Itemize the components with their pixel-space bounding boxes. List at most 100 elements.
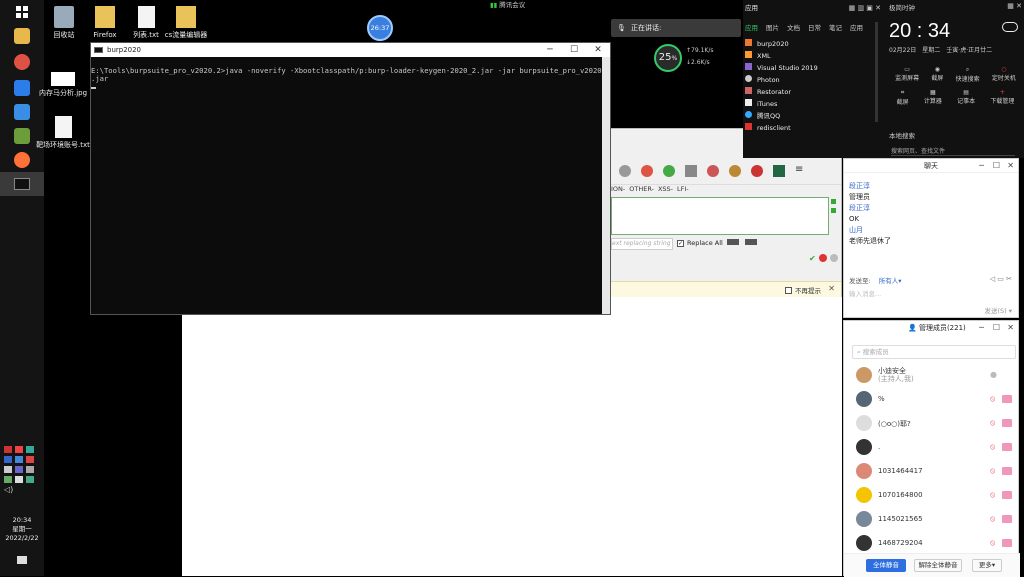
more-button[interactable]: 更多▾	[972, 559, 1002, 572]
tool-button[interactable]: ▦ 计算器	[924, 89, 942, 106]
microphone-icon[interactable]: ●	[990, 370, 998, 380]
hackbar-side-controls[interactable]	[831, 199, 837, 229]
meeting-timer-badge[interactable]: 26:37	[367, 15, 393, 41]
tool-button[interactable]: ▤ 记事本	[957, 89, 975, 106]
toolbar-icon[interactable]	[619, 165, 631, 177]
launcher-item[interactable]: redisclient	[745, 122, 883, 134]
chat-input[interactable]: 输入消息...	[849, 288, 881, 298]
weather-cloud-icon[interactable]	[1002, 22, 1018, 32]
unmute-all-button[interactable]: 解除全体静音	[914, 559, 962, 572]
launcher-tab[interactable]: 应用	[745, 22, 758, 32]
replace-all-checkbox[interactable]: ✓ Replace All	[677, 239, 723, 247]
no-prompt-checkbox[interactable]: 不再提示	[785, 285, 821, 295]
launcher-tab[interactable]: 应用	[850, 22, 863, 32]
camera-off-icon[interactable]	[1002, 539, 1012, 547]
mic-muted-icon[interactable]: ⦸	[990, 490, 998, 500]
hackbar-menu-other[interactable]: OTHER-	[629, 185, 654, 193]
shield-icon[interactable]	[773, 165, 785, 177]
tool-button[interactable]: ▭ 监测屏幕	[895, 66, 919, 83]
launcher-item[interactable]: Restorator	[745, 86, 883, 98]
desktop-icon-cs-folder[interactable]: cs流量编辑器	[156, 6, 216, 40]
file-explorer-icon[interactable]	[14, 28, 30, 44]
taskbar-clock[interactable]: 20:34 星期一 2022/2/22	[0, 516, 44, 543]
cmd-scrollbar[interactable]	[602, 57, 610, 314]
chat-title-bar[interactable]: 聊天 ─ ☐ ✕	[844, 159, 1018, 173]
close-button[interactable]: ✕	[1007, 159, 1014, 173]
launcher-scrollbar[interactable]	[875, 22, 878, 122]
launcher-item[interactable]: 腾讯QQ	[745, 110, 883, 122]
desktop-icon-memshell-jpg[interactable]: 内存马分析.jpg	[36, 72, 90, 98]
active-task-cmd[interactable]	[0, 172, 44, 196]
launcher-tab[interactable]: 日常	[808, 22, 821, 32]
toolbar-icon[interactable]	[685, 165, 697, 177]
camera-off-icon[interactable]	[1002, 467, 1012, 475]
camera-off-icon[interactable]	[1002, 395, 1012, 403]
menu-icon[interactable]: ≡	[795, 165, 807, 177]
mic-muted-icon[interactable]: ⦸	[990, 394, 998, 404]
volume-icon[interactable]: ◁)	[4, 485, 40, 494]
launcher-controls[interactable]: ▦ ▥ ▣ ✕	[849, 4, 881, 12]
launcher-item[interactable]: XML	[745, 50, 883, 62]
tool-button[interactable]: ○ 定时关机	[992, 66, 1016, 83]
cmd-title-bar[interactable]: burp2020 ─ ☐ ✕	[91, 43, 610, 57]
tool-button[interactable]: ⌕ 快速搜索	[956, 66, 980, 83]
maximize-button[interactable]: ☐	[562, 43, 586, 57]
mic-muted-icon[interactable]: ⦸	[990, 442, 998, 452]
replace-string-input[interactable]: ext replacing string	[611, 238, 673, 250]
maximize-button[interactable]: ☐	[993, 321, 1000, 335]
member-search-input[interactable]: ⌕ 搜索成员	[852, 345, 1016, 359]
app-icon[interactable]	[14, 80, 30, 96]
minimize-button[interactable]: ─	[979, 159, 984, 173]
launcher-tab[interactable]: 文档	[787, 22, 800, 32]
replace-arrow-icon[interactable]	[745, 239, 757, 245]
meeting-app-icon[interactable]	[14, 104, 30, 120]
hackbar-menu-xss[interactable]: XSS-	[658, 185, 673, 193]
members-title-bar[interactable]: 👤 管理成员(221) ─ ☐ ✕	[844, 321, 1018, 335]
send-to-dropdown[interactable]: 所有人	[879, 277, 899, 285]
toolbar-icon[interactable]	[707, 165, 719, 177]
notification-icon[interactable]	[17, 556, 27, 564]
tool-button[interactable]: ◉ 截屏	[931, 66, 943, 83]
clock-widget-controls[interactable]: ▦ ✕	[1007, 2, 1022, 10]
close-icon[interactable]: ✕	[828, 284, 835, 293]
start-icon[interactable]	[14, 4, 30, 20]
tool-button[interactable]: + 下载管理	[990, 89, 1014, 106]
mic-muted-icon[interactable]: ⦸	[990, 466, 998, 476]
minimize-button[interactable]: ─	[538, 43, 562, 57]
camera-off-icon[interactable]	[1002, 515, 1012, 523]
mic-muted-icon[interactable]: ⦸	[990, 538, 998, 548]
camera-off-icon[interactable]	[1002, 419, 1012, 427]
minimize-button[interactable]: ─	[979, 321, 984, 335]
hackbar-menu-injection[interactable]: ION-	[611, 185, 625, 193]
local-search-link[interactable]: 本地搜索	[889, 130, 915, 140]
toolbar-icon[interactable]	[641, 165, 653, 177]
launcher-item[interactable]: burp2020	[745, 38, 883, 50]
launcher-tab[interactable]: 图片	[766, 22, 779, 32]
tool-button[interactable]: ⌗ 截屏	[897, 89, 909, 106]
system-tray[interactable]: ◁)	[4, 446, 40, 496]
mic-muted-icon[interactable]: ⦸	[990, 514, 998, 524]
desktop-icon-lab-accounts[interactable]: 靶场环境账号.txt	[36, 116, 90, 150]
maximize-button[interactable]: ☐	[993, 159, 1000, 173]
send-button[interactable]: 发送(S) ▾	[984, 305, 1012, 315]
launcher-item[interactable]: Visual Studio 2019	[745, 62, 883, 74]
firefox-icon[interactable]	[14, 152, 30, 168]
camera-off-icon[interactable]	[1002, 443, 1012, 451]
launcher-item[interactable]: iTunes	[745, 98, 883, 110]
close-button[interactable]: ✕	[586, 43, 610, 57]
mute-all-button[interactable]: 全体静音	[866, 559, 906, 572]
launcher-item[interactable]: Photon	[745, 74, 883, 86]
cmd-output[interactable]: E:\Tools\burpsuite_pro_v2020.2>java -nov…	[91, 57, 610, 91]
chrome-icon[interactable]	[14, 54, 30, 70]
web-search-input[interactable]: 搜索网页、查找文件	[891, 146, 1015, 156]
meeting-status-bar[interactable]: ▮▮ 腾讯会议	[490, 0, 538, 10]
launcher-tab[interactable]: 笔记	[829, 22, 842, 32]
toolbar-icon[interactable]	[751, 165, 763, 177]
notepad-icon[interactable]	[14, 128, 30, 144]
chat-tool-icons[interactable]: ◁ ▭ ✂	[990, 275, 1012, 283]
replace-arrow-icon[interactable]	[727, 239, 739, 245]
toolbar-icon[interactable]	[729, 165, 741, 177]
hackbar-url-textarea[interactable]	[611, 197, 829, 235]
mic-muted-icon[interactable]: ⦸	[990, 418, 998, 428]
hackbar-menu-lfi[interactable]: LFI-	[677, 185, 689, 193]
